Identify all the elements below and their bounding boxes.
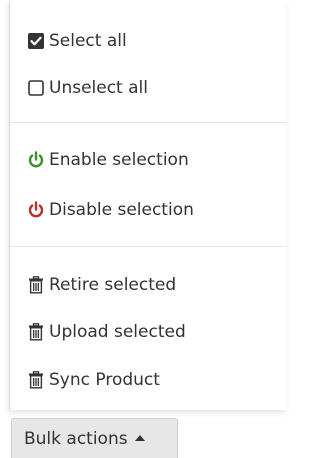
bulk-actions-button[interactable]: Bulk actions: [11, 418, 178, 458]
disable-selection-label: Disable selection: [49, 200, 194, 220]
enable-selection-label: Enable selection: [49, 150, 189, 170]
unselect-all-item[interactable]: Unselect all: [26, 76, 148, 100]
select-all-item[interactable]: Select all: [26, 29, 127, 53]
menu-divider: [10, 246, 286, 247]
upload-selected-label: Upload selected: [49, 322, 186, 342]
unselect-all-label: Unselect all: [49, 78, 148, 98]
bulk-actions-dropdown: Select all Unselect all Enable selection: [0, 0, 286, 458]
bulk-actions-menu: Select all Unselect all Enable selection: [9, 0, 286, 410]
checkbox-empty-icon: [26, 78, 46, 98]
select-all-label: Select all: [49, 31, 127, 51]
sync-product-label: Sync Product: [49, 370, 160, 390]
power-icon: [26, 150, 46, 170]
bulk-actions-label: Bulk actions: [24, 428, 128, 449]
retire-selected-item[interactable]: Retire selected: [26, 273, 176, 297]
sync-product-item[interactable]: Sync Product: [26, 368, 160, 392]
enable-selection-item[interactable]: Enable selection: [26, 148, 189, 172]
upload-selected-item[interactable]: Upload selected: [26, 320, 186, 344]
trash-icon: [26, 322, 46, 342]
trash-icon: [26, 370, 46, 390]
menu-divider: [10, 122, 286, 123]
retire-selected-label: Retire selected: [49, 275, 177, 295]
caret-up-icon: [134, 435, 145, 441]
power-icon: [26, 200, 46, 220]
trash-icon: [26, 275, 46, 295]
disable-selection-item[interactable]: Disable selection: [26, 198, 194, 222]
checkbox-checked-icon: [26, 31, 46, 51]
